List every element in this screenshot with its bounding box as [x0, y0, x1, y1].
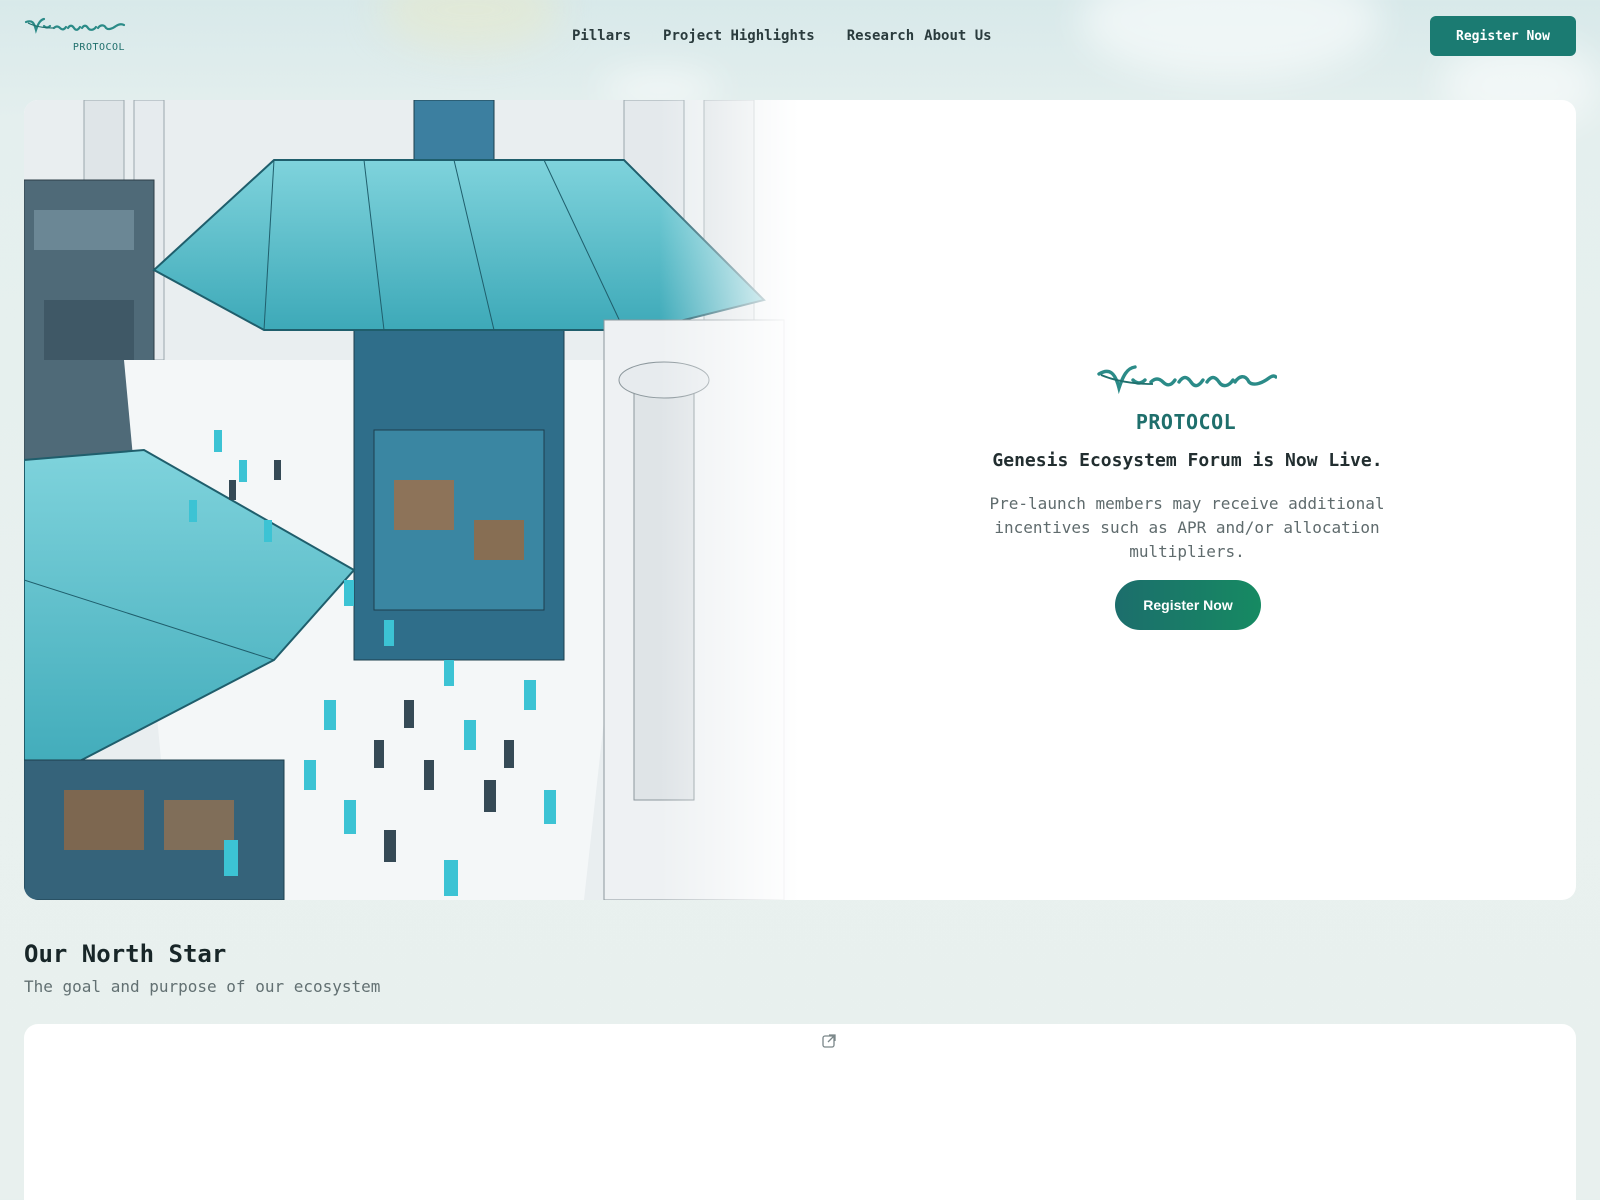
- hero-illustration: [24, 100, 799, 900]
- main-nav: Pillars Project Highlights Research Abou…: [572, 24, 992, 48]
- nav-item-about-us[interactable]: About Us: [924, 24, 991, 48]
- hero-content: PROTOCOL Genesis Ecosystem Forum is Now …: [799, 100, 1576, 900]
- logo-subtitle: PROTOCOL: [72, 42, 126, 53]
- hero-register-button[interactable]: Register Now: [1115, 580, 1261, 630]
- north-star-embed: [24, 1024, 1576, 1200]
- hero-logo-script-icon: [1097, 365, 1278, 395]
- nav-item-pillars[interactable]: Pillars: [572, 24, 631, 48]
- section-title: Our North Star: [24, 940, 227, 968]
- hero-title: Genesis Ecosystem Forum is Now Live.: [992, 450, 1383, 471]
- nav-item-research[interactable]: Research: [847, 24, 914, 48]
- logo-script-icon: [24, 17, 126, 34]
- nav-item-project-highlights[interactable]: Project Highlights: [663, 24, 815, 48]
- site-header: PROTOCOL Pillars Project Highlights Rese…: [0, 0, 1600, 72]
- brand-logo[interactable]: PROTOCOL: [24, 16, 126, 56]
- header-register-button[interactable]: Register Now: [1430, 16, 1576, 56]
- hero-description: Pre-launch members may receive additiona…: [989, 494, 1385, 561]
- external-link-icon[interactable]: [820, 1032, 838, 1050]
- hero-logo-subtitle: PROTOCOL: [1135, 410, 1237, 434]
- city-illustration-icon: [24, 100, 799, 900]
- hero-card: PROTOCOL Genesis Ecosystem Forum is Now …: [24, 100, 1576, 900]
- nav-group: Research About Us: [847, 24, 992, 48]
- section-subtitle: The goal and purpose of our ecosystem: [24, 977, 381, 996]
